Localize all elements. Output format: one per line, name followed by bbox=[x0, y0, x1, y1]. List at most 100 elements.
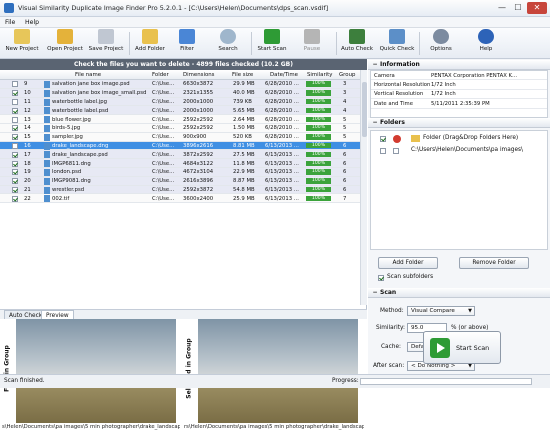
cell-group: 4 bbox=[343, 98, 347, 105]
row-checkbox[interactable] bbox=[12, 169, 18, 176]
cell-file-size: 2.64 MB bbox=[233, 116, 255, 123]
bottom-tabs: Auto Check Preview bbox=[0, 309, 367, 320]
row-checkbox[interactable] bbox=[12, 151, 18, 158]
start-scan-button[interactable]: Start Scan bbox=[256, 29, 288, 58]
folders-section-header[interactable]: − Folders bbox=[368, 118, 550, 128]
row-checkbox[interactable] bbox=[12, 90, 18, 97]
table-row[interactable]: 18 IMGP6811.dng C:\Use... 4684x3122 11.8 MB 6… bbox=[0, 159, 360, 168]
folder-exclude-checkbox[interactable] bbox=[393, 148, 399, 154]
collapse-icon[interactable]: − bbox=[371, 288, 379, 298]
table-row[interactable]: 14 birds-5.jpg C:\Use... 2592x2592 1.50 MB 6/… bbox=[0, 123, 360, 133]
maximize-button[interactable]: ☐ bbox=[510, 2, 526, 14]
filter-button[interactable]: Filter bbox=[175, 29, 199, 58]
cell-dimensions: 2000x1000 bbox=[183, 107, 214, 114]
new-project-button[interactable]: New Project bbox=[3, 29, 41, 58]
row-checkbox[interactable] bbox=[12, 178, 18, 185]
cell-date-time: 6/28/2010 ... bbox=[265, 116, 299, 123]
quick-check-button[interactable]: Quick Check bbox=[379, 29, 415, 58]
table-row[interactable]: 9 salvation jane box image.psd C:\Use... 66… bbox=[0, 80, 360, 89]
scrollbar-thumb[interactable] bbox=[362, 82, 367, 137]
folder-header-checkbox[interactable] bbox=[380, 136, 386, 142]
exclude-icon bbox=[393, 135, 401, 143]
file-icon bbox=[44, 89, 50, 97]
cell-file-size: 5.65 MB bbox=[233, 107, 255, 114]
cell-folder: C:\Use... bbox=[152, 195, 175, 202]
table-row[interactable]: 20 IMGP9081.dng C:\Use... 2616x3896 8.87 MB 6… bbox=[0, 176, 360, 186]
add-folder-side-button[interactable]: Add Folder bbox=[378, 257, 438, 269]
table-row[interactable]: 17 drake_landscape.psd C:\Use... 3872x2592 2… bbox=[0, 150, 360, 160]
table-row[interactable]: 15 sampler.jpg C:\Use... 900x900 520 KB 6/28/… bbox=[0, 132, 360, 142]
collapse-icon[interactable]: − bbox=[371, 60, 379, 70]
cell-folder: C:\Use... bbox=[152, 116, 175, 123]
similarity-bar: 100% bbox=[306, 142, 331, 149]
file-icon bbox=[44, 142, 50, 150]
folder-path[interactable]: C:\Users\Helen\Documents\pa images\ bbox=[411, 147, 523, 153]
col-group[interactable]: Group bbox=[339, 72, 355, 78]
cell-group: 6 bbox=[343, 160, 347, 167]
open-project-button[interactable]: Open Project bbox=[45, 29, 85, 58]
row-checkbox[interactable] bbox=[12, 195, 18, 202]
remove-folder-button[interactable]: Remove Folder bbox=[459, 257, 529, 269]
minimize-button[interactable]: — bbox=[494, 2, 510, 14]
row-checkbox[interactable] bbox=[12, 125, 18, 132]
cell-row-number: 18 bbox=[24, 160, 31, 167]
cell-file-size: 8.87 MB bbox=[233, 178, 255, 185]
scan-subfolders-checkbox[interactable] bbox=[378, 275, 384, 281]
row-checkbox[interactable] bbox=[12, 134, 18, 141]
file-icon bbox=[44, 186, 50, 194]
col-dimensions[interactable]: Dimensions bbox=[183, 72, 214, 78]
row-checkbox[interactable] bbox=[12, 142, 18, 149]
similarity-bar: 100% bbox=[306, 107, 331, 114]
table-row[interactable]: 11 waterbottle label.jpg C:\Use... 2000x100… bbox=[0, 97, 360, 107]
table-row[interactable]: 22 002.tif C:\Use... 3600x2400 25.9 MB 6/13/2… bbox=[0, 194, 360, 204]
row-checkbox[interactable] bbox=[12, 116, 18, 123]
col-similarity[interactable]: Similarity bbox=[307, 72, 333, 78]
auto-check-button[interactable]: Auto Check bbox=[340, 29, 374, 58]
grid-header: Check the files you want to delete - 489… bbox=[0, 59, 367, 70]
cell-file-name: wrestler.psd bbox=[52, 186, 85, 193]
table-row[interactable]: 12 waterbottle label.psd C:\Use... 2000x100… bbox=[0, 106, 360, 116]
row-checkbox[interactable] bbox=[12, 107, 18, 114]
cell-row-number: 14 bbox=[24, 125, 31, 132]
similarity-bar: 100% bbox=[306, 81, 331, 87]
cell-dimensions: 2592x2592 bbox=[183, 125, 214, 132]
options-button[interactable]: Options bbox=[426, 29, 456, 58]
menu-file[interactable]: File bbox=[5, 19, 15, 26]
row-checkbox[interactable] bbox=[12, 186, 18, 193]
similarity-bar: 100% bbox=[306, 160, 331, 167]
col-file-name[interactable]: File name bbox=[75, 72, 101, 78]
cell-file-size: 520 KB bbox=[233, 134, 252, 141]
col-file-size[interactable]: File size bbox=[232, 72, 253, 78]
table-row[interactable]: 16 drake_landscape.dng C:\Use... 3896x2616 8… bbox=[0, 141, 360, 151]
scan-section-header[interactable]: − Scan bbox=[368, 288, 550, 298]
save-project-button[interactable]: Save Project bbox=[87, 29, 125, 58]
add-folder-button[interactable]: Add Folder bbox=[132, 29, 168, 58]
cell-row-number: 12 bbox=[24, 107, 31, 114]
collapse-icon[interactable]: − bbox=[371, 118, 379, 128]
cell-file-name: drake_landscape.dng bbox=[52, 142, 109, 149]
information-section-header[interactable]: − Information bbox=[368, 60, 550, 70]
table-row[interactable]: 10 salvation jane box image_small.psd C:\U… bbox=[0, 88, 360, 98]
cell-file-name: IMGP6811.dng bbox=[52, 160, 91, 167]
cell-date-time: 6/13/2013 ... bbox=[265, 169, 299, 176]
search-button[interactable]: Search bbox=[215, 29, 241, 58]
cell-date-time: 6/28/2010 ... bbox=[265, 134, 299, 141]
method-select[interactable]: Visual Compare ▼ bbox=[407, 306, 475, 316]
selected-image-path: rs\Helen\Documents\pa images\5 min photo… bbox=[184, 424, 364, 430]
start-scan-panel-button[interactable]: Start Scan bbox=[423, 331, 501, 364]
table-row[interactable]: 19 london.psd C:\Use... 4672x3104 22.9 MB 6/1… bbox=[0, 167, 360, 177]
menu-help[interactable]: Help bbox=[25, 19, 39, 26]
folder-include-checkbox[interactable] bbox=[380, 148, 386, 154]
row-checkbox[interactable] bbox=[12, 160, 18, 167]
pause-button[interactable]: Pause bbox=[299, 29, 325, 58]
table-row[interactable]: 13 blue flower.jpg C:\Use... 2592x2592 2.64 … bbox=[0, 115, 360, 124]
grid-scrollbar[interactable] bbox=[360, 70, 367, 305]
cell-dimensions: 2592x2592 bbox=[183, 116, 214, 123]
col-date-time[interactable]: Date/Time bbox=[270, 72, 298, 78]
row-checkbox[interactable] bbox=[12, 81, 18, 88]
row-checkbox[interactable] bbox=[12, 98, 18, 105]
col-folder[interactable]: Folder bbox=[152, 72, 169, 78]
close-button[interactable]: ✕ bbox=[527, 2, 547, 14]
help-button[interactable]: Help bbox=[474, 29, 498, 58]
table-row[interactable]: 21 wrestler.psd C:\Use... 2592x3872 54.8 MB 6… bbox=[0, 185, 360, 195]
